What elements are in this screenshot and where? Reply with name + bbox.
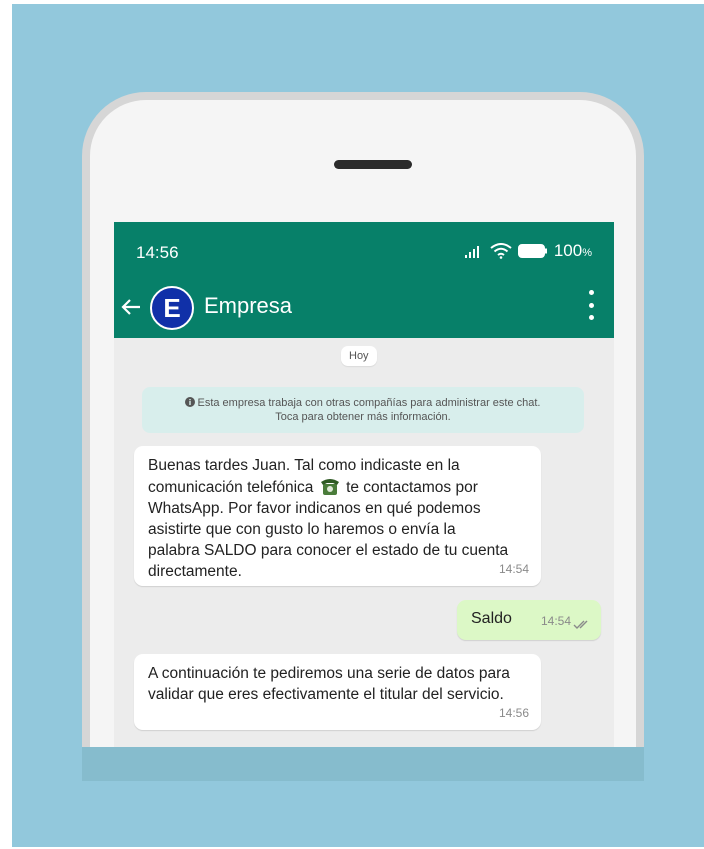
business-info-notice[interactable]: Esta empresa trabaja con otras compañías… [142, 387, 584, 433]
back-arrow-icon[interactable] [120, 292, 142, 328]
message-time: 14:54 [540, 614, 571, 628]
message-line: validar que eres efectivamente el titula… [148, 686, 504, 703]
status-icons: 100% [464, 241, 592, 261]
info-icon [185, 397, 196, 407]
info-line-1: Esta empresa trabaja con otras compañías… [142, 396, 584, 410]
date-label: Hoy [341, 346, 377, 366]
contact-name[interactable]: Empresa [204, 293, 292, 319]
phone-frame: 14:56 100% E Empresa Hoy Esta empresa tr… [82, 92, 644, 752]
wifi-icon [490, 243, 512, 259]
signal-icon [464, 246, 479, 258]
message-line: Buenas tardes Juan. Tal como indicaste e… [148, 457, 460, 474]
phone-speaker [334, 160, 412, 169]
avatar[interactable]: E [150, 286, 194, 330]
message-line: comunicación telefónica te contactamos p… [148, 476, 527, 498]
telephone-emoji-icon [320, 479, 339, 495]
info-line-2: Toca para obtener más información. [275, 411, 451, 423]
status-time: 14:56 [136, 243, 179, 262]
chat-header: E Empresa [114, 286, 614, 330]
double-check-icon [573, 620, 588, 629]
message-line: palabra SALDO para conocer el estado de … [148, 542, 509, 559]
bottom-band [82, 747, 644, 781]
message-line: A continuación te pediremos una serie de… [148, 665, 510, 682]
more-vert-icon[interactable] [586, 290, 596, 320]
app-bar: 14:56 100% E Empresa [114, 222, 614, 338]
battery-icon [517, 244, 547, 258]
message-text: Saldo [471, 610, 512, 627]
message-time: 14:56 [498, 706, 529, 720]
phone-screen: 14:56 100% E Empresa Hoy Esta empresa tr… [114, 222, 614, 752]
incoming-message[interactable]: A continuación te pediremos una serie de… [134, 654, 541, 730]
battery-percentage: 100% [553, 241, 592, 260]
message-time: 14:54 [498, 562, 529, 576]
incoming-message[interactable]: Buenas tardes Juan. Tal como indicaste e… [134, 446, 541, 586]
message-line: asistirte que con gusto lo haremos o env… [148, 521, 456, 538]
message-line: WhatsApp. Por favor indicanos en qué pod… [148, 500, 481, 517]
chat-area: Hoy Esta empresa trabaja con otras compa… [114, 338, 614, 752]
outgoing-message[interactable]: Saldo 14:54 [457, 600, 601, 640]
message-line: directamente. [148, 563, 242, 580]
